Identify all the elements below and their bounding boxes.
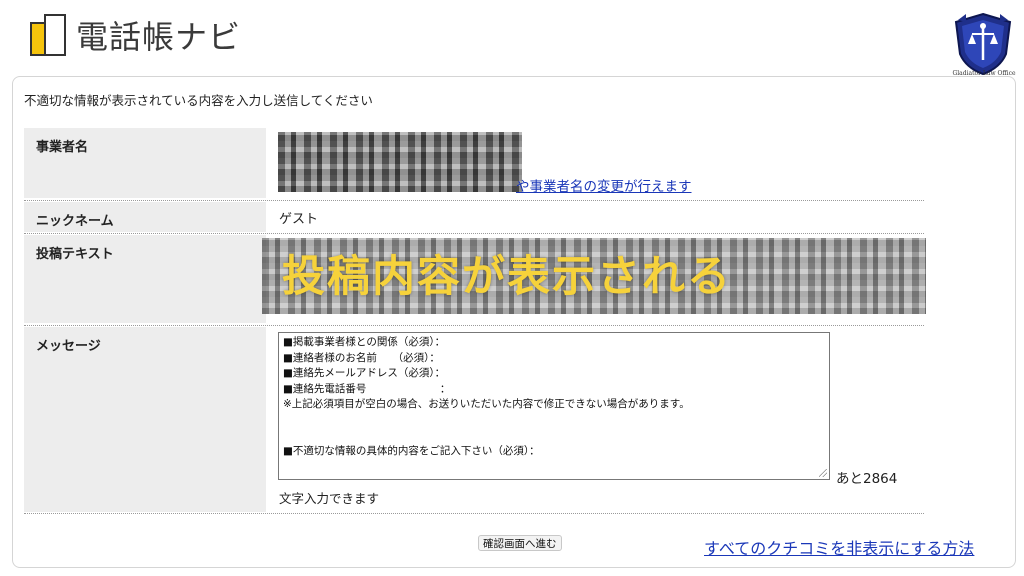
business-name-blurred [278, 132, 522, 192]
message-line: ■連絡先メールアドレス（必須）： [283, 367, 446, 379]
nickname-label: ニックネーム [24, 202, 266, 232]
input-hint: 文字入力できます [279, 491, 380, 506]
message-line: ■掲載事業者様との関係（必須）： [283, 336, 446, 348]
row-separator [24, 513, 924, 514]
message-label: メッセージ [24, 327, 266, 512]
message-line: ■連絡先電話番号 ： [283, 382, 451, 395]
character-counter: あと2864 [836, 471, 898, 487]
post-content-overlay-caption: 投稿内容が表示される [282, 252, 732, 302]
nickname-value: ゲスト [279, 212, 319, 227]
building-icon [30, 14, 68, 56]
logo-text: 電話帳ナビ [76, 18, 242, 56]
message-line: ■連絡者様のお名前 （必須）： [283, 351, 440, 364]
message-line: ■不適切な情報の具体的内容をご記入下さい（必須）： [283, 444, 540, 457]
message-line [283, 413, 825, 429]
change-business-name-link[interactable]: や事業者名の変更が行えます [516, 175, 692, 195]
confirm-button[interactable]: 確認画面へ進む [478, 535, 562, 551]
post-text-label: 投稿テキスト [24, 235, 266, 323]
form-instruction: 不適切な情報が表示されている内容を入力し送信してください [24, 93, 373, 108]
row-separator [24, 200, 924, 201]
message-line [283, 428, 825, 444]
row-separator [24, 233, 924, 234]
site-logo[interactable]: 電話帳ナビ [30, 12, 241, 58]
message-textarea[interactable]: ■掲載事業者様との関係（必須）： ■連絡者様のお名前 （必須）： ■連絡先メール… [278, 332, 830, 480]
business-name-label: 事業者名 [24, 128, 266, 198]
hide-all-reviews-link[interactable]: すべてのクチコミを非表示にする方法 [704, 535, 974, 559]
message-line: ※上記必須項目が空白の場合、お送りいただいた内容で修正できない場合があります。 [283, 398, 690, 410]
resize-handle-icon[interactable] [819, 469, 827, 477]
row-separator [24, 325, 924, 326]
